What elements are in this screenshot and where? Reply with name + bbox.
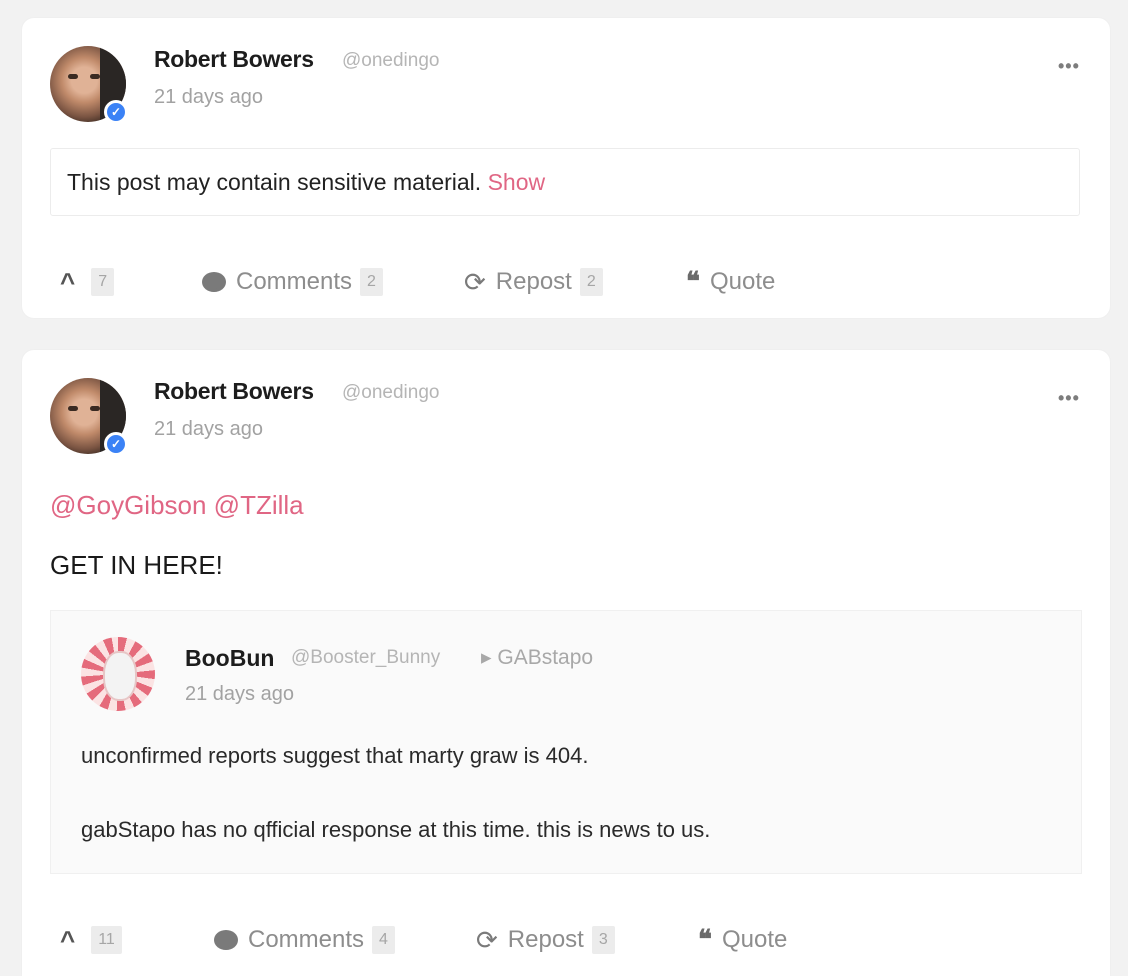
quoted-author-name[interactable]: BooBun bbox=[185, 645, 274, 672]
chevron-up-icon: ^ bbox=[60, 924, 76, 955]
post-card: ✓ Robert Bowers @onedingo 21 days ago ••… bbox=[22, 18, 1110, 318]
comment-bubble-icon bbox=[214, 930, 238, 950]
comments-label: Comments bbox=[236, 268, 353, 295]
repost-icon: ⟳ bbox=[476, 924, 498, 955]
post-actions: ^ 7 Comments 2 ⟳ Repost 2 ❝ Quote bbox=[22, 262, 1110, 302]
upvote-button[interactable]: ^ 11 bbox=[60, 920, 122, 960]
post-mentions[interactable]: @GoyGibson @TZilla bbox=[50, 490, 304, 521]
quoted-text-line: unconfirmed reports suggest that marty g… bbox=[81, 743, 589, 768]
show-sensitive-link[interactable]: Show bbox=[488, 169, 546, 195]
author-handle[interactable]: @onedingo bbox=[342, 50, 439, 72]
avatar[interactable]: ✓ bbox=[50, 46, 128, 124]
post-actions: ^ 11 Comments 4 ⟳ Repost 3 ❝ Quote bbox=[22, 920, 1110, 960]
author-handle[interactable]: @onedingo bbox=[342, 382, 439, 404]
sensitive-text: This post may contain sensitive material… bbox=[67, 169, 488, 195]
avatar[interactable] bbox=[81, 637, 155, 711]
quoted-text-line: gabStapo has no qfficial response at thi… bbox=[81, 817, 711, 842]
repost-label: Repost bbox=[495, 268, 572, 295]
bunny-image bbox=[103, 651, 137, 701]
verified-check-icon: ✓ bbox=[104, 432, 128, 456]
comments-label: Comments bbox=[248, 926, 365, 953]
sensitive-notice: This post may contain sensitive material… bbox=[50, 148, 1080, 216]
repost-count: 3 bbox=[591, 926, 615, 954]
post-time[interactable]: 21 days ago bbox=[154, 418, 263, 441]
comments-count: 4 bbox=[372, 926, 395, 954]
quoted-post-time[interactable]: 21 days ago bbox=[185, 683, 294, 706]
upvote-count: 11 bbox=[91, 926, 122, 954]
avatar[interactable]: ✓ bbox=[50, 378, 128, 456]
quoted-post[interactable]: BooBun @Booster_Bunny ▸ GABstapo 21 days… bbox=[50, 610, 1082, 874]
author-name[interactable]: Robert Bowers bbox=[154, 46, 314, 73]
author-name[interactable]: Robert Bowers bbox=[154, 378, 314, 405]
comment-bubble-icon bbox=[202, 272, 226, 292]
comments-button[interactable]: Comments 2 bbox=[202, 262, 383, 302]
repost-label: Repost bbox=[507, 926, 584, 953]
repost-count: 2 bbox=[579, 268, 603, 296]
upvote-count: 7 bbox=[91, 268, 115, 296]
quote-icon: ❝ bbox=[686, 267, 700, 297]
post-body: GET IN HERE! bbox=[50, 550, 223, 580]
quote-label: Quote bbox=[710, 268, 776, 295]
post-time[interactable]: 21 days ago bbox=[154, 86, 263, 109]
repost-button[interactable]: ⟳ Repost 2 bbox=[464, 262, 603, 302]
more-options-icon[interactable]: ••• bbox=[1058, 56, 1080, 77]
quote-label: Quote bbox=[722, 926, 788, 953]
quote-button[interactable]: ❝ Quote bbox=[698, 920, 787, 960]
quoted-group-link[interactable]: ▸ GABstapo bbox=[481, 645, 593, 670]
repost-icon: ⟳ bbox=[464, 266, 486, 297]
comments-count: 2 bbox=[360, 268, 383, 296]
verified-check-icon: ✓ bbox=[104, 100, 128, 124]
upvote-button[interactable]: ^ 7 bbox=[60, 262, 115, 302]
chevron-up-icon: ^ bbox=[60, 266, 76, 297]
quoted-author-handle[interactable]: @Booster_Bunny bbox=[291, 647, 440, 669]
quote-icon: ❝ bbox=[698, 925, 712, 955]
repost-button[interactable]: ⟳ Repost 3 bbox=[476, 920, 615, 960]
quote-button[interactable]: ❝ Quote bbox=[686, 262, 775, 302]
post-card: ✓ Robert Bowers @onedingo 21 days ago ••… bbox=[22, 350, 1110, 976]
comments-button[interactable]: Comments 4 bbox=[214, 920, 395, 960]
more-options-icon[interactable]: ••• bbox=[1058, 388, 1080, 409]
